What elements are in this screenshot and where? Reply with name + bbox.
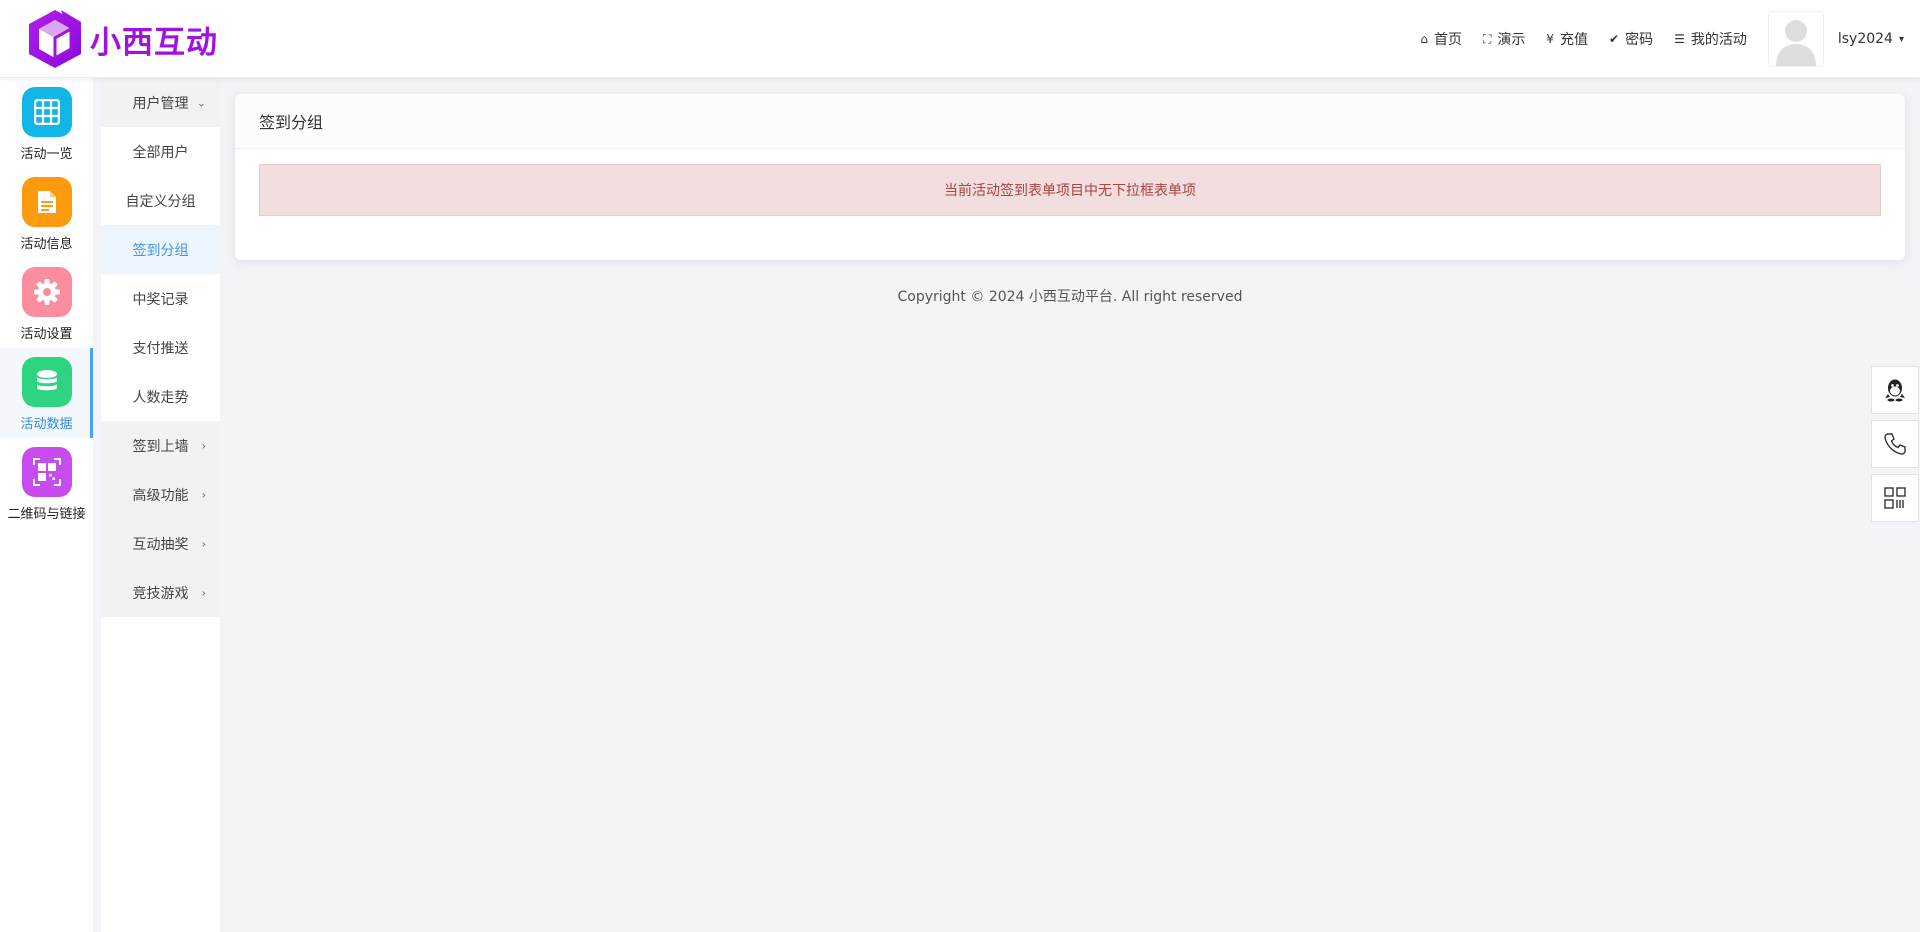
submenu-item-all-users[interactable]: 全部用户 (101, 127, 220, 176)
submenu-label: 中奖记录 (132, 291, 189, 308)
submenu-item-signin-groups[interactable]: 签到分组 (101, 225, 220, 274)
card-title: 签到分组 (235, 94, 1905, 149)
username: lsy2024 (1837, 31, 1893, 47)
submenu-label: 自定义分组 (125, 193, 196, 210)
qrcode-icon (21, 447, 72, 497)
chevron-right-icon: › (201, 537, 206, 550)
copyright-footer: Copyright © 2024 小西互动平台. All right reser… (897, 289, 1243, 305)
gear-icon (21, 267, 72, 317)
submenu-label: 人数走势 (132, 389, 189, 406)
user-menu[interactable]: lsy2024 ▾ (1838, 31, 1904, 47)
qrcode-contact-button[interactable] (1871, 474, 1919, 522)
grid-icon (21, 87, 72, 137)
nav-recharge-label: 充值 (1560, 32, 1589, 48)
submenu-label: 支付推送 (132, 340, 189, 357)
submenu-label: 竞技游戏 (132, 585, 189, 602)
yen-icon: ¥ (1546, 32, 1555, 46)
nav-password-label: 密码 (1625, 32, 1654, 48)
sidebar-item-label: 活动设置 (20, 327, 73, 342)
sidebar-item-activity-info[interactable]: 活动信息 (0, 168, 93, 258)
submenu-group-interactive-lottery[interactable]: 互动抽奖 › (101, 519, 220, 568)
sidebar-item-label: 二维码与链接 (7, 507, 86, 522)
submenu-item-payment-push[interactable]: 支付推送 (101, 323, 220, 372)
qq-icon (1885, 379, 1905, 402)
submenu-group-signin-wall[interactable]: 签到上墙 › (101, 421, 220, 470)
avatar[interactable] (1767, 11, 1824, 67)
nav-my-activities[interactable]: ☰ 我的活动 (1674, 29, 1747, 49)
submenu-label: 签到分组 (132, 242, 189, 259)
submenu-group-user-management[interactable]: 用户管理 ⌄ (101, 78, 220, 127)
submenu-label: 签到上墙 (132, 438, 189, 455)
fullscreen-icon: ⛶ (1482, 31, 1492, 46)
nav-home-label: 首页 (1433, 32, 1462, 48)
submenu-item-attendance-trend[interactable]: 人数走势 (101, 372, 220, 421)
nav-demo-label: 演示 (1497, 32, 1526, 48)
submenu-item-prize-records[interactable]: 中奖记录 (101, 274, 220, 323)
sidebar-item-activity-data[interactable]: 活动数据 (0, 348, 93, 438)
database-icon (21, 357, 72, 407)
brand-logo[interactable]: 小西互动 (26, 8, 218, 70)
sidebar-item-label: 活动数据 (20, 417, 73, 432)
nav-password[interactable]: ✔ 密码 (1609, 29, 1653, 49)
chevron-right-icon: › (201, 439, 206, 452)
cube-logo-icon (29, 10, 81, 68)
chevron-right-icon: › (201, 488, 206, 501)
phone-icon (1884, 433, 1906, 455)
list-icon: ☰ (1674, 32, 1685, 46)
sidebar-item-label: 活动信息 (20, 237, 73, 252)
submenu-label: 互动抽奖 (132, 536, 189, 553)
content-card: 签到分组 当前活动签到表单项目中无下拉框表单项 (235, 94, 1905, 260)
phone-contact-button[interactable] (1871, 420, 1919, 468)
chevron-right-icon: › (201, 586, 206, 599)
caret-down-icon: ▾ (1898, 33, 1904, 45)
nav-home[interactable]: ⌂ 首页 (1420, 29, 1462, 49)
submenu-collapsed-groups: 签到上墙 › 高级功能 › 互动抽奖 › 竞技游戏 › (101, 421, 220, 617)
nav-recharge[interactable]: ¥ 充值 (1546, 29, 1588, 49)
submenu-group-games[interactable]: 竞技游戏 › (101, 568, 220, 617)
top-nav: ⌂ 首页 ⛶ 演示 ¥ 充值 ✔ 密码 ☰ 我的活动 lsy2024 ▾ (1399, 0, 1904, 78)
chevron-down-icon: ⌄ (196, 96, 206, 109)
sub-menu: 用户管理 ⌄ 全部用户 自定义分组 签到分组 中奖记录 支付推送 人数走势 签到… (101, 78, 220, 932)
submenu-label: 用户管理 (132, 95, 189, 112)
qq-contact-button[interactable] (1871, 366, 1919, 414)
sidebar-item-qrcode-links[interactable]: 二维码与链接 (0, 438, 93, 528)
sidebar-item-activity-settings[interactable]: 活动设置 (0, 258, 93, 348)
sidebar-item-activity-overview[interactable]: 活动一览 (0, 78, 93, 168)
document-icon (21, 177, 72, 227)
sidebar-item-label: 活动一览 (20, 147, 73, 162)
submenu-group-advanced[interactable]: 高级功能 › (101, 470, 220, 519)
alert-message: 当前活动签到表单项目中无下拉框表单项 (259, 164, 1881, 216)
check-circle-icon: ✔ (1609, 32, 1620, 46)
user-silhouette-icon (1775, 20, 1816, 66)
home-icon: ⌂ (1420, 32, 1428, 46)
brand-name: 小西互动 (90, 24, 218, 61)
top-header: 小西互动 ⌂ 首页 ⛶ 演示 ¥ 充值 ✔ 密码 ☰ 我的活动 lsy2024 … (0, 0, 1920, 78)
submenu-label: 全部用户 (132, 144, 189, 161)
nav-demo[interactable]: ⛶ 演示 (1483, 29, 1525, 49)
submenu-item-custom-groups[interactable]: 自定义分组 (101, 176, 220, 225)
app-sidebar: 活动一览 活动信息 活动设置 活动数据 二维码与链接 (0, 78, 93, 932)
qrcode-icon (1884, 487, 1906, 509)
submenu-label: 高级功能 (132, 487, 189, 504)
nav-my-activities-label: 我的活动 (1690, 32, 1747, 48)
